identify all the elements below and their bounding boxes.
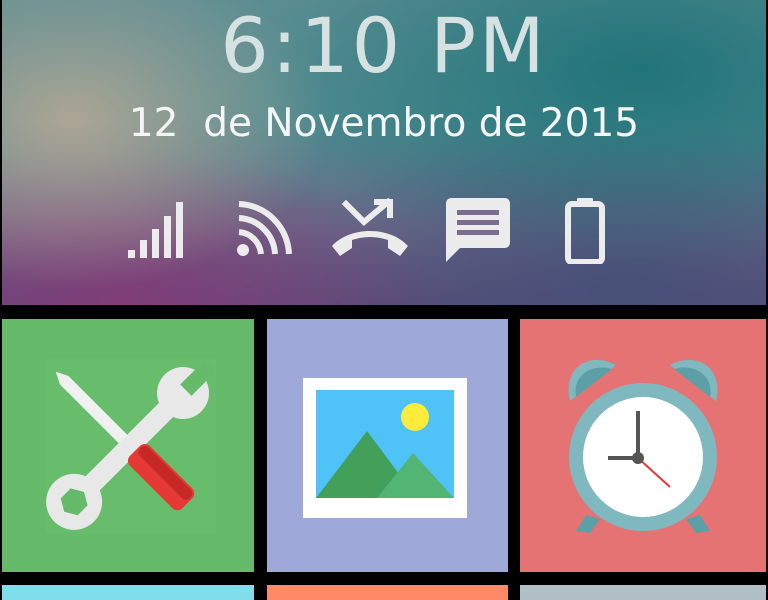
status-icons-row bbox=[2, 196, 766, 266]
launcher-screen: 6:10 PM 12 de Novembro de 2015 bbox=[0, 0, 768, 600]
battery-icon[interactable] bbox=[564, 196, 606, 266]
app-tile-4[interactable] bbox=[2, 585, 254, 600]
gallery-icon bbox=[303, 378, 467, 518]
alarm-clock-icon bbox=[568, 359, 718, 533]
wifi-icon[interactable] bbox=[235, 196, 293, 266]
clock-time: 6:10 PM bbox=[220, 1, 548, 90]
missed-call-icon[interactable] bbox=[330, 196, 410, 266]
date-label: 12 de Novembro de 2015 bbox=[128, 101, 640, 146]
app-tile-5[interactable] bbox=[267, 585, 508, 600]
tools-icon bbox=[46, 359, 216, 533]
app-tile-6[interactable] bbox=[520, 585, 766, 600]
gallery-app-tile[interactable] bbox=[267, 319, 508, 572]
alarm-app-tile[interactable] bbox=[520, 319, 766, 572]
signal-strength-icon[interactable] bbox=[126, 196, 188, 266]
clock-widget[interactable]: 6:10 PM 12 de Novembro de 2015 bbox=[2, 0, 766, 305]
message-icon[interactable] bbox=[444, 196, 512, 266]
tools-app-tile[interactable] bbox=[2, 319, 254, 572]
